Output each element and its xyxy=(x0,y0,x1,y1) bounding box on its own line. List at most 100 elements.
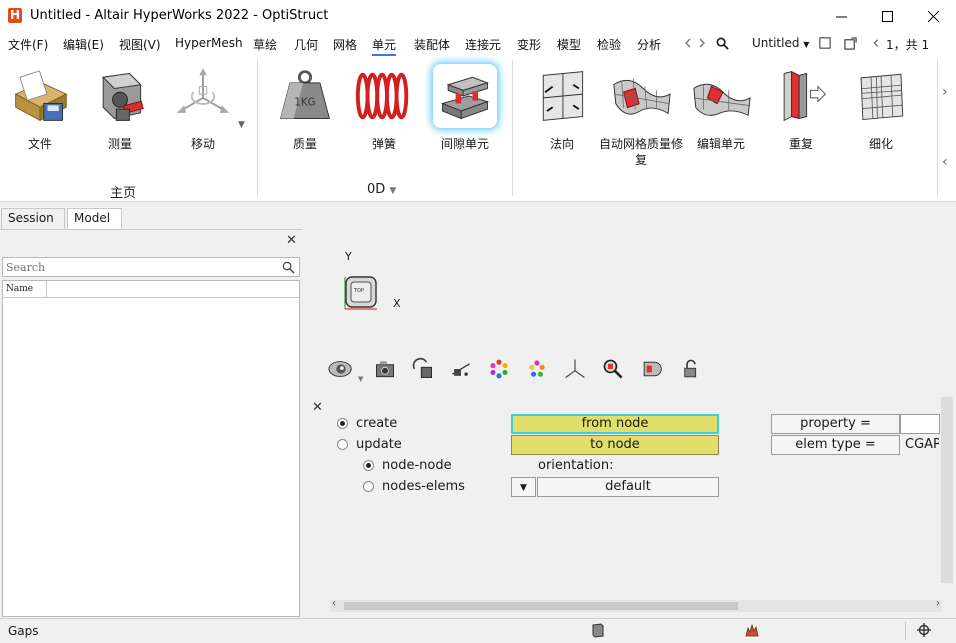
column-separator[interactable] xyxy=(46,281,47,298)
tool-measure[interactable]: 测量 xyxy=(83,64,157,174)
duplicate-icon xyxy=(769,64,833,128)
more-tools-chevron-icon[interactable]: ▼ xyxy=(238,120,245,130)
search-input[interactable] xyxy=(6,260,276,274)
ribbon-scroll-right-icon[interactable]: › xyxy=(942,84,948,100)
horizontal-scrollbar[interactable]: ‹ › xyxy=(330,598,942,612)
menu-file[interactable]: 文件(F) xyxy=(8,36,48,53)
tool-file[interactable]: 文件 xyxy=(3,64,77,174)
orientation-dropdown-toggle[interactable]: ▼ xyxy=(511,477,536,497)
window-mode-icon[interactable] xyxy=(818,36,832,50)
rotate-box-icon[interactable] xyxy=(409,355,437,383)
close-form-icon[interactable]: ✕ xyxy=(312,400,323,415)
group-label-0d[interactable]: 0D ▼ xyxy=(367,182,396,197)
tool-spring-label: 弹簧 xyxy=(371,137,396,151)
scroll-right-icon[interactable]: › xyxy=(936,598,940,609)
tool-measure-label: 测量 xyxy=(107,137,132,151)
camera-icon[interactable] xyxy=(371,355,399,383)
entity-color-icon[interactable] xyxy=(523,355,551,383)
menu-assembly[interactable]: 装配体 xyxy=(414,36,450,53)
radio-update[interactable]: update xyxy=(337,437,402,452)
crosshair-settings-icon[interactable] xyxy=(916,622,932,638)
elem-type-field[interactable]: CGAP xyxy=(900,435,940,455)
search-icon[interactable] xyxy=(282,261,295,274)
radio-update-indicator[interactable] xyxy=(337,439,348,450)
tool-spring[interactable]: 弹簧 xyxy=(347,64,421,174)
menu-validate[interactable]: 检验 xyxy=(597,36,621,53)
radio-create[interactable]: create xyxy=(337,416,397,431)
search-box[interactable] xyxy=(2,257,300,277)
menu-scroll-right-icon[interactable] xyxy=(695,36,709,50)
color-palette-icon[interactable] xyxy=(485,355,513,383)
property-button[interactable]: property = xyxy=(771,414,900,434)
menu-morph[interactable]: 变形 xyxy=(517,36,541,53)
solid-view-icon[interactable] xyxy=(590,622,606,638)
flame-icon[interactable] xyxy=(744,622,760,638)
file-cabinet-icon xyxy=(8,64,72,128)
tool-mass[interactable]: 1KG 质量 xyxy=(268,64,342,174)
page-add-icon[interactable] xyxy=(843,36,857,50)
search-icon[interactable] xyxy=(715,36,729,50)
minimize-button[interactable] xyxy=(818,0,864,32)
menu-mesh[interactable]: 网格 xyxy=(333,36,357,53)
chevron-down-icon[interactable]: ▼ xyxy=(358,375,363,383)
ribbon-scroll-left-icon[interactable]: ‹ xyxy=(942,154,948,170)
menu-connectors[interactable]: 连接元 xyxy=(465,36,501,53)
find-zoom-icon[interactable] xyxy=(599,355,627,383)
radio-create-indicator[interactable] xyxy=(337,418,348,429)
tab-model[interactable]: Model xyxy=(67,208,122,230)
radio-create-label: create xyxy=(356,416,398,431)
to-node-button[interactable]: to node xyxy=(511,435,719,455)
lock-icon[interactable] xyxy=(677,355,705,383)
tool-edit-element[interactable]: 编辑单元 xyxy=(684,64,758,174)
menu-edit[interactable]: 编辑(E) xyxy=(63,36,104,53)
tool-gap-element[interactable]: 间隙单元 xyxy=(428,64,502,174)
section-cut-icon[interactable] xyxy=(447,355,475,383)
orientation-label: orientation: xyxy=(538,458,614,473)
menu-elements[interactable]: 单元 xyxy=(372,36,397,56)
column-header-name[interactable]: Name xyxy=(6,284,33,294)
maximize-button[interactable] xyxy=(864,0,910,32)
tool-normals[interactable]: 法向 xyxy=(525,64,599,174)
page-prev-icon[interactable] xyxy=(869,36,883,50)
group-label-home: 主页 xyxy=(110,186,137,201)
radio-nodes-elems[interactable]: nodes-elems xyxy=(363,479,465,494)
radio-node-node[interactable]: node-node xyxy=(363,458,452,473)
view-cube[interactable]: TOP xyxy=(343,273,379,311)
radio-node-node-indicator[interactable] xyxy=(363,460,374,471)
from-node-button[interactable]: from node xyxy=(511,414,719,434)
chevron-down-icon: ▼ xyxy=(520,483,527,493)
tool-auto-mesh-quality[interactable]: 自动网格质量修复 xyxy=(599,64,683,174)
graphics-viewport[interactable]: Y X TOP ▼ xyxy=(303,203,956,393)
model-tree[interactable]: Name xyxy=(2,280,300,617)
menu-hypermesh[interactable]: HyperMesh xyxy=(175,36,243,50)
scroll-left-icon[interactable]: ‹ xyxy=(332,598,336,609)
property-field[interactable] xyxy=(900,414,940,434)
auto-mesh-quality-icon xyxy=(609,64,673,128)
tab-session[interactable]: Session xyxy=(1,208,65,230)
tool-refine[interactable]: 细化 xyxy=(844,64,918,174)
tool-move[interactable]: 移动 xyxy=(166,64,240,174)
isolate-icon[interactable] xyxy=(637,355,665,383)
menu-geometry[interactable]: 几何 xyxy=(294,36,318,53)
maximize-icon xyxy=(881,10,893,22)
mass-weight-icon: 1KG xyxy=(273,64,337,128)
elem-type-button[interactable]: elem type = xyxy=(771,435,900,455)
radio-nodes-elems-indicator[interactable] xyxy=(363,481,374,492)
vertical-scrollbar[interactable] xyxy=(941,397,953,583)
tool-duplicate[interactable]: 重复 xyxy=(764,64,838,174)
chevron-down-icon: ▼ xyxy=(803,40,810,49)
menu-view[interactable]: 视图(V) xyxy=(119,36,161,53)
close-panel-icon[interactable]: ✕ xyxy=(286,233,297,248)
menu-analysis[interactable]: 分析 xyxy=(637,36,661,53)
measure-icon xyxy=(88,64,152,128)
close-window-button[interactable] xyxy=(910,0,956,32)
horizontal-scroll-thumb[interactable] xyxy=(344,602,738,610)
menu-scroll-left-icon[interactable] xyxy=(681,36,695,50)
menu-model[interactable]: 模型 xyxy=(557,36,581,53)
model-selector[interactable]: Untitled ▼ xyxy=(752,36,809,50)
visibility-eye-icon[interactable] xyxy=(327,355,355,383)
title-bar: H Untitled - Altair HyperWorks 2022 - Op… xyxy=(0,0,956,32)
menu-sketch[interactable]: 草绘 xyxy=(253,36,277,53)
orientation-selector[interactable]: default xyxy=(537,477,719,497)
axis-triad-icon[interactable] xyxy=(561,355,589,383)
